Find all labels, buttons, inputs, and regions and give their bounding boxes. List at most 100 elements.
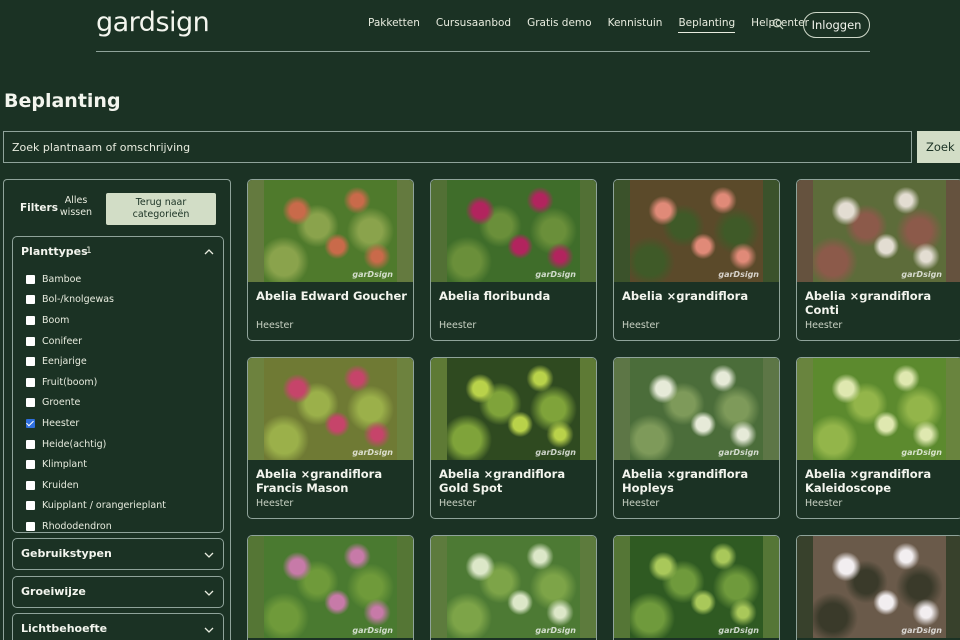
filter-option[interactable]: Kuipplant / orangerieplant bbox=[26, 496, 166, 517]
panel-title: Gebruikstypen bbox=[21, 547, 112, 560]
panel-title[interactable]: Planttypes bbox=[21, 245, 88, 258]
filter-option[interactable]: Kruiden bbox=[26, 475, 166, 496]
filter-checkbox[interactable] bbox=[26, 295, 35, 305]
chevron-down-icon[interactable] bbox=[204, 550, 214, 560]
plant-photo: garDsign bbox=[431, 180, 596, 282]
plant-name: Abelia floribunda bbox=[439, 289, 551, 303]
plant-card[interactable]: garDsign Abelia ×grandiflora Gold Spot Hee… bbox=[430, 357, 597, 519]
chevron-down-icon[interactable] bbox=[204, 625, 214, 635]
site-header: gardsign Pakketten Cursusaanbod Gratis d… bbox=[96, 0, 870, 52]
plant-photo: garDsign bbox=[797, 180, 960, 282]
panel-title: Lichtbehoefte bbox=[21, 622, 108, 635]
filter-count-badge: 1 bbox=[86, 246, 92, 256]
plant-card[interactable]: garDsign bbox=[430, 535, 597, 640]
filter-option[interactable]: Klimplant bbox=[26, 454, 166, 475]
gardsign-watermark: garDsign bbox=[901, 270, 942, 279]
filter-panel-groeiwijze[interactable]: Groeiwijze bbox=[12, 576, 224, 608]
search-button[interactable]: Zoek bbox=[917, 131, 960, 163]
plant-card[interactable]: garDsign bbox=[613, 535, 780, 640]
plant-card[interactable]: garDsign Abelia ×grandiflora Heester bbox=[613, 179, 780, 341]
filter-option[interactable]: Rhododendron bbox=[26, 516, 166, 532]
plant-type: Heester bbox=[622, 320, 660, 331]
gardsign-watermark: garDsign bbox=[535, 626, 576, 635]
filter-option-label: Conifeer bbox=[42, 335, 83, 347]
nav-gratis-demo[interactable]: Gratis demo bbox=[527, 17, 592, 33]
filter-checkbox[interactable] bbox=[26, 439, 35, 449]
plant-name: Abelia ×grandiflora Kaleidoscope bbox=[805, 467, 932, 495]
nav-beplanting[interactable]: Beplanting bbox=[678, 17, 736, 33]
plant-card[interactable]: garDsign bbox=[796, 535, 960, 640]
plant-type: Heester bbox=[439, 320, 477, 331]
filter-sidebar: Filters Alles wissen Terug naar categori… bbox=[3, 179, 231, 640]
gardsign-watermark: garDsign bbox=[535, 448, 576, 457]
chevron-up-icon[interactable] bbox=[204, 247, 214, 257]
gardsign-watermark: garDsign bbox=[901, 448, 942, 457]
chevron-down-icon[interactable] bbox=[204, 588, 214, 598]
filter-option-label: Eenjarige bbox=[42, 356, 87, 368]
filter-option[interactable]: Bamboe bbox=[26, 269, 166, 290]
filter-option-label: Rhododendron bbox=[42, 520, 112, 532]
plant-card[interactable]: garDsign Abelia ×grandiflora Kaleidoscope… bbox=[796, 357, 960, 519]
filter-checkbox[interactable] bbox=[26, 460, 35, 470]
plant-photo: garDsign bbox=[614, 536, 779, 638]
login-button[interactable]: Inloggen bbox=[803, 12, 870, 38]
nav-pakketten[interactable]: Pakketten bbox=[368, 17, 420, 33]
filter-option[interactable]: Heester bbox=[26, 413, 166, 434]
search-icon[interactable] bbox=[772, 18, 784, 30]
plant-search-input[interactable] bbox=[3, 131, 912, 163]
filter-checkbox[interactable] bbox=[26, 336, 35, 346]
filter-option-label: Klimplant bbox=[42, 459, 87, 471]
filter-option-label: Bol-/knolgewas bbox=[42, 294, 114, 306]
filter-checkbox[interactable] bbox=[26, 274, 35, 284]
plant-name: Abelia Edward Goucher bbox=[256, 289, 407, 303]
plant-photo: garDsign bbox=[248, 180, 413, 282]
filter-option-label: Kuipplant / orangerieplant bbox=[42, 500, 166, 512]
gardsign-watermark: garDsign bbox=[535, 270, 576, 279]
filter-checkbox[interactable] bbox=[26, 501, 35, 511]
gardsign-watermark: garDsign bbox=[352, 270, 393, 279]
clear-filters-link[interactable]: Alles wissen bbox=[57, 195, 95, 219]
filter-option[interactable]: Bol-/knolgewas bbox=[26, 290, 166, 311]
filter-checkbox[interactable] bbox=[26, 315, 35, 325]
filter-option[interactable]: Fruit(boom) bbox=[26, 372, 166, 393]
back-to-categories-button[interactable]: Terug naar categorieën bbox=[106, 193, 216, 225]
gardsign-watermark: garDsign bbox=[718, 448, 759, 457]
plant-card[interactable]: garDsign Abelia ×grandiflora Francis Maso… bbox=[247, 357, 414, 519]
filter-option-label: Boom bbox=[42, 314, 70, 326]
gardsign-watermark: garDsign bbox=[901, 626, 942, 635]
plant-card[interactable]: garDsign Abelia ×grandiflora Hopleys Heest… bbox=[613, 357, 780, 519]
filter-checkbox[interactable] bbox=[26, 521, 35, 531]
filter-checkbox[interactable] bbox=[26, 377, 35, 387]
plant-photo: garDsign bbox=[614, 180, 779, 282]
filter-option-label: Heide(achtig) bbox=[42, 438, 107, 450]
filter-panel-planttypes: Planttypes 1 Bamboe Bol-/knolgewas Boom Con… bbox=[12, 236, 224, 533]
filter-panel-lichtbehoefte[interactable]: Lichtbehoefte bbox=[12, 613, 224, 640]
gardsign-logo[interactable]: gardsign bbox=[96, 7, 210, 38]
filter-checkbox[interactable] bbox=[26, 418, 35, 428]
filter-option[interactable]: Eenjarige bbox=[26, 351, 166, 372]
plant-card[interactable]: garDsign Abelia Edward Goucher Heester bbox=[247, 179, 414, 341]
nav-kennistuin[interactable]: Kennistuin bbox=[608, 17, 663, 33]
plant-card[interactable]: garDsign bbox=[247, 535, 414, 640]
plant-card[interactable]: garDsign Abelia ×grandiflora Conti Heester bbox=[796, 179, 960, 341]
filter-option[interactable]: Conifeer bbox=[26, 331, 166, 352]
nav-cursusaanbod[interactable]: Cursusaanbod bbox=[436, 17, 511, 33]
filter-option[interactable]: Heide(achtig) bbox=[26, 434, 166, 455]
filter-option[interactable]: Groente bbox=[26, 393, 166, 414]
planttype-options: Bamboe Bol-/knolgewas Boom Conifeer Eenjarig… bbox=[26, 269, 166, 532]
plant-card[interactable]: garDsign Abelia floribunda Heester bbox=[430, 179, 597, 341]
plant-type: Heester bbox=[622, 498, 660, 509]
plant-photo: garDsign bbox=[614, 358, 779, 460]
plant-photo: garDsign bbox=[431, 358, 596, 460]
filter-checkbox[interactable] bbox=[26, 480, 35, 490]
panel-title: Groeiwijze bbox=[21, 585, 86, 598]
plant-type: Heester bbox=[256, 498, 294, 509]
filter-panel-gebruikstypen[interactable]: Gebruikstypen bbox=[12, 538, 224, 570]
plant-photo: garDsign bbox=[248, 358, 413, 460]
filter-option[interactable]: Boom bbox=[26, 310, 166, 331]
plant-name: Abelia ×grandiflora Hopleys bbox=[622, 467, 749, 495]
filter-checkbox[interactable] bbox=[26, 357, 35, 367]
filter-checkbox[interactable] bbox=[26, 398, 35, 408]
filter-option-label: Fruit(boom) bbox=[42, 376, 98, 388]
main-nav: Pakketten Cursusaanbod Gratis demo Kenni… bbox=[368, 17, 825, 33]
